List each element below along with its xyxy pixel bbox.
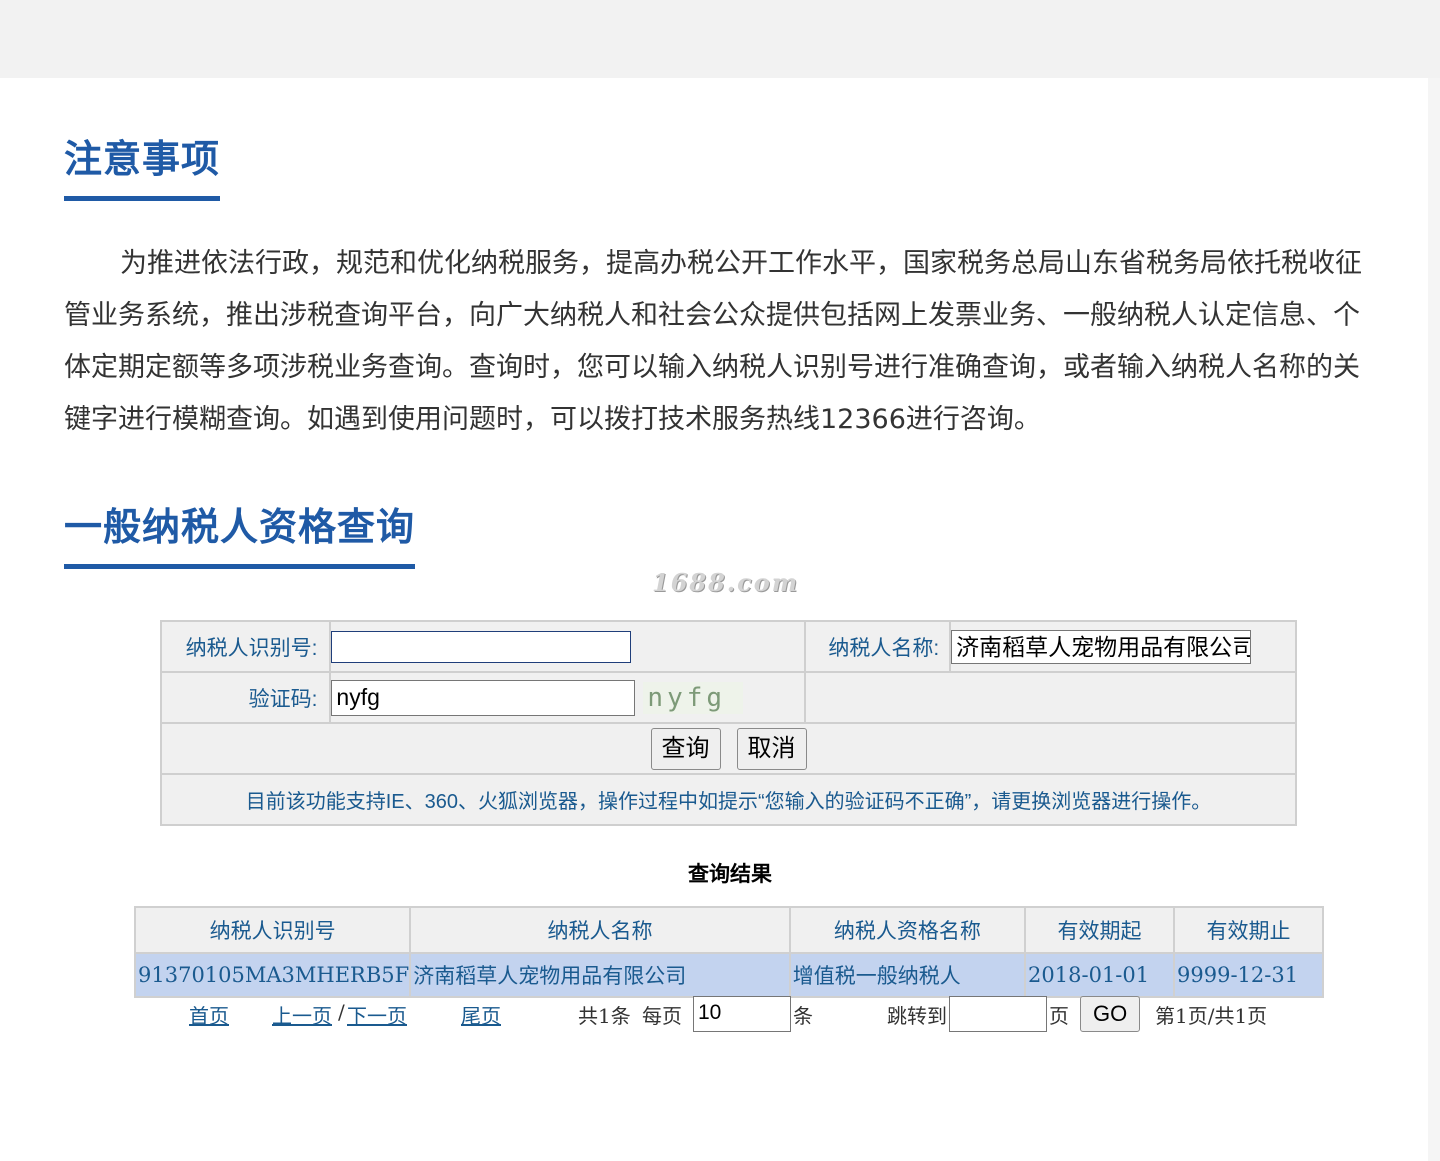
top-band: [0, 0, 1440, 78]
cell-valid-to: 9999-12-31: [1173, 952, 1324, 998]
cell-qualification: 增值税一般纳税人: [788, 952, 1027, 998]
captcha-label: 验证码:: [159, 671, 332, 724]
empty-cell: [803, 671, 1298, 724]
cell-taxpayer-id: 91370105MA3MHERB5F: [133, 952, 412, 998]
first-page-link[interactable]: 首页: [189, 1000, 229, 1029]
prev-page-link[interactable]: 上一页: [272, 1000, 332, 1029]
per-page-input[interactable]: 10: [693, 996, 791, 1032]
per-page-unit: 条: [793, 1004, 813, 1028]
captcha-image[interactable]: nyfg: [643, 681, 744, 714]
go-button[interactable]: GO: [1080, 996, 1141, 1032]
captcha-cell: nyfg nyfg: [329, 671, 806, 724]
taxpayer-id-label: 纳税人识别号:: [159, 620, 332, 673]
next-page-link[interactable]: 下一页: [347, 1000, 407, 1029]
cancel-button[interactable]: 取消: [736, 727, 807, 770]
pager-separator: /: [338, 1000, 345, 1024]
query-form: 纳税人识别号: 纳税人名称: 济南稻草人宠物用品有限公司 验证码: nyfg ny…: [159, 620, 1298, 826]
page-status: 第1页/共1页: [1155, 1004, 1268, 1028]
results-header-row: 纳税人识别号 纳税人名称 纳税人资格名称 有效期起 有效期止: [133, 906, 1324, 954]
results-table: 纳税人识别号 纳税人名称 纳税人资格名称 有效期起 有效期止 91370105M…: [133, 906, 1324, 998]
watermark: 1688.com: [652, 568, 800, 597]
taxpayer-id-cell: [329, 620, 806, 673]
taxpayer-name-cell: 济南稻草人宠物用品有限公司: [949, 620, 1297, 673]
column-header: 纳税人识别号: [133, 906, 412, 954]
column-header: 有效期止: [1173, 906, 1324, 954]
cell-valid-from: 2018-01-01: [1024, 952, 1175, 998]
last-page-link[interactable]: 尾页: [461, 1000, 501, 1029]
column-header: 纳税人名称: [409, 906, 791, 954]
per-page-label: 每页: [642, 1004, 682, 1028]
page-unit: 页: [1049, 1004, 1069, 1028]
search-button[interactable]: 查询: [650, 727, 721, 770]
column-header: 纳税人资格名称: [788, 906, 1027, 954]
captcha-input[interactable]: nyfg: [331, 679, 636, 716]
results-title: 查询结果: [688, 861, 772, 886]
button-row: 查询 取消: [160, 722, 1297, 775]
pagination: 首页 上一页 / 下一页 尾页 共1条 每页 10 条 跳转到 页 GO 第1页…: [0, 996, 1440, 1036]
notice-heading: 注意事项: [64, 136, 221, 201]
total-count: 共1条: [578, 1004, 631, 1028]
jump-label: 跳转到: [887, 1004, 947, 1028]
jump-page-input[interactable]: [949, 996, 1047, 1032]
query-heading: 一般纳税人资格查询: [64, 504, 416, 569]
browser-tip: 目前该功能支持IE、360、火狐浏览器，操作过程中如提示“您输入的验证码不正确”…: [160, 773, 1297, 826]
column-header: 有效期起: [1024, 906, 1175, 954]
main-content: 注意事项 为推进依法行政，规范和优化纳税服务，提高办税公开工作水平，国家税务总局…: [0, 78, 1428, 1161]
table-row[interactable]: 91370105MA3MHERB5F 济南稻草人宠物用品有限公司 增值税一般纳税…: [133, 952, 1324, 998]
taxpayer-name-input[interactable]: 济南稻草人宠物用品有限公司: [951, 629, 1252, 664]
cell-taxpayer-name: 济南稻草人宠物用品有限公司: [409, 952, 791, 998]
taxpayer-name-label: 纳税人名称:: [803, 620, 952, 673]
taxpayer-id-input[interactable]: [331, 630, 632, 663]
notice-body: 为推进依法行政，规范和优化纳税服务，提高办税公开工作水平，国家税务总局山东省税务…: [64, 248, 1362, 435]
